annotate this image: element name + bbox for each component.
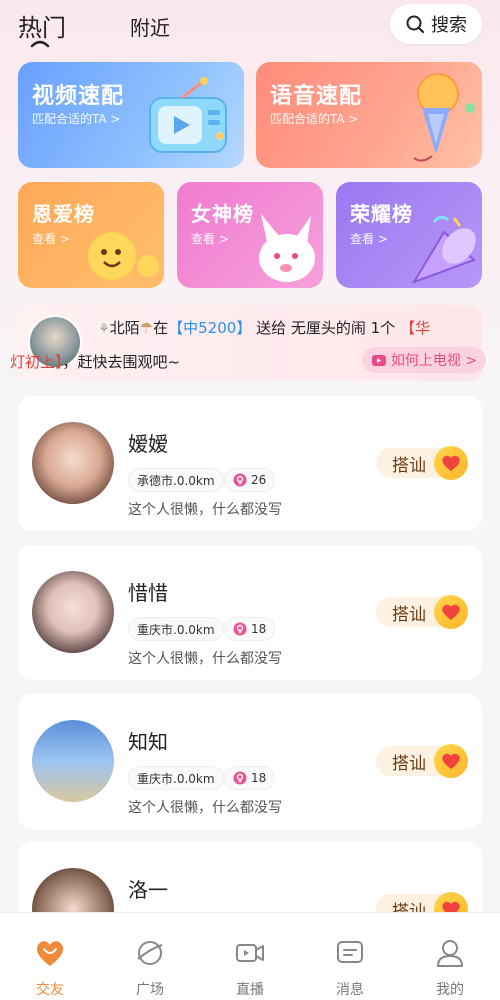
nav-item-profile[interactable]: 我的 xyxy=(400,913,500,1000)
voice-match-card[interactable]: 语音速配 匹配合适的TA > xyxy=(256,62,482,168)
nav-item-messages[interactable]: 消息 xyxy=(300,913,400,1000)
user-name: 惜惜 xyxy=(128,581,168,605)
tab-indicator xyxy=(30,40,50,48)
nav-label: 直播 xyxy=(236,982,264,998)
user-card[interactable]: 惜惜 重庆市.0.0km 18 这个人很懒，什么都没写 搭讪 xyxy=(18,545,482,680)
glory-rank-subtitle: 查看 > xyxy=(350,232,388,246)
nav-label: 消息 xyxy=(336,982,364,998)
voice-match-subtitle: 匹配合适的TA > xyxy=(270,112,359,126)
tv-small-icon xyxy=(371,355,386,366)
location-badge: 重庆市.0.0km xyxy=(128,617,224,641)
horn-icon xyxy=(411,215,476,284)
user-name: 知知 xyxy=(128,730,168,754)
message-icon xyxy=(337,941,363,963)
goddess-rank-title: 女神榜 xyxy=(191,202,254,226)
broadcast-line-1: ⚘北陌☂在【中5200】 送给 无厘头的闹 1个 【华 xyxy=(98,317,430,338)
how-to-get-on-tv-button[interactable]: 如何上电视 > xyxy=(362,347,486,373)
tv-button-label: 如何上电视 > xyxy=(390,353,478,369)
goddess-rank-subtitle: 查看 > xyxy=(191,232,229,246)
nav-label: 我的 xyxy=(436,982,464,998)
nav-item-friends[interactable]: 交友 xyxy=(0,913,100,1000)
video-camera-icon xyxy=(236,944,264,962)
age-badge: 26 xyxy=(224,468,276,492)
greet-button[interactable]: 搭讪 xyxy=(376,744,468,778)
glory-rank-card[interactable]: 荣耀榜 查看 > xyxy=(336,182,482,288)
header: 热门 附近 搜索 xyxy=(0,0,500,52)
profile-icon xyxy=(437,940,463,967)
smiley-icon xyxy=(88,232,159,280)
room-name[interactable]: 【中5200】 xyxy=(168,319,251,337)
nav-item-live[interactable]: 直播 xyxy=(200,913,300,1000)
voice-match-title: 语音速配 xyxy=(270,84,363,109)
user-card[interactable]: 嫒嫒 承德市.0.0km 26 这个人很懒，什么都没写 搭讪 xyxy=(18,396,482,531)
gift-name-part1: 【华 xyxy=(399,319,430,337)
avatar[interactable] xyxy=(32,571,114,653)
video-match-subtitle: 匹配合适的TA > xyxy=(32,112,121,126)
search-label: 搜索 xyxy=(431,15,467,36)
gift-text: 送给 无厘头的闹 1个 xyxy=(256,319,396,337)
video-match-card[interactable]: 视频速配 匹配合适的TA > xyxy=(18,62,244,168)
bottom-navigation: 交友 广场 直播 消息 我的 xyxy=(0,912,500,1000)
love-rank-subtitle: 查看 > xyxy=(32,232,70,246)
heart-icon xyxy=(36,941,64,966)
avatar[interactable] xyxy=(32,422,114,504)
location-badge: 重庆市.0.0km xyxy=(128,766,224,790)
user-bio: 这个人很懒，什么都没写 xyxy=(128,502,282,518)
goddess-rank-card[interactable]: 女神榜 查看 > xyxy=(177,182,323,288)
search-icon xyxy=(406,15,425,34)
love-rank-card[interactable]: 恩爱榜 查看 > xyxy=(18,182,164,288)
planet-icon xyxy=(137,941,163,965)
gift-broadcast-banner[interactable]: ⚘北陌☂在【中5200】 送给 无厘头的闹 1个 【华 灯初上】，赶快去围观吧~… xyxy=(10,305,486,381)
microphone-icon xyxy=(413,73,475,162)
search-button[interactable]: 搜索 xyxy=(390,4,482,44)
broadcast-tail: ，赶快去围观吧~ xyxy=(62,353,181,371)
tab-nearby[interactable]: 附近 xyxy=(130,12,170,41)
sender-name: 北陌 xyxy=(109,319,140,337)
greet-button[interactable]: 搭讪 xyxy=(376,595,468,629)
heart-icon xyxy=(434,446,468,480)
nav-label: 交友 xyxy=(36,982,64,998)
avatar[interactable] xyxy=(32,720,114,802)
in-text: 在 xyxy=(153,319,169,337)
broadcast-line-2: 灯初上】，赶快去围观吧~ xyxy=(10,351,180,372)
greet-button[interactable]: 搭讪 xyxy=(376,446,468,480)
user-bio: 这个人很懒，什么都没写 xyxy=(128,651,282,667)
user-name: 嫒嫒 xyxy=(128,432,168,456)
heart-icon xyxy=(434,595,468,629)
user-card[interactable]: 知知 重庆市.0.0km 18 这个人很懒，什么都没写 搭讪 xyxy=(18,694,482,829)
nav-label: 广场 xyxy=(136,982,164,998)
bunny-icon xyxy=(259,214,315,282)
female-icon xyxy=(233,771,247,785)
umbrella-icon: ☂ xyxy=(139,319,154,337)
female-icon xyxy=(233,473,247,487)
age-badge: 18 xyxy=(224,766,276,790)
age-badge: 18 xyxy=(224,617,276,641)
tv-icon xyxy=(149,77,227,153)
gift-name-part2: 灯初上】 xyxy=(10,353,63,371)
heart-icon xyxy=(434,744,468,778)
nav-item-plaza[interactable]: 广场 xyxy=(100,913,200,1000)
location-badge: 承德市.0.0km xyxy=(128,468,224,492)
deer-icon: ⚘ xyxy=(98,322,110,337)
user-bio: 这个人很懒，什么都没写 xyxy=(128,800,282,816)
female-icon xyxy=(233,622,247,636)
video-match-title: 视频速配 xyxy=(32,84,125,109)
user-name: 洛一 xyxy=(128,878,168,902)
